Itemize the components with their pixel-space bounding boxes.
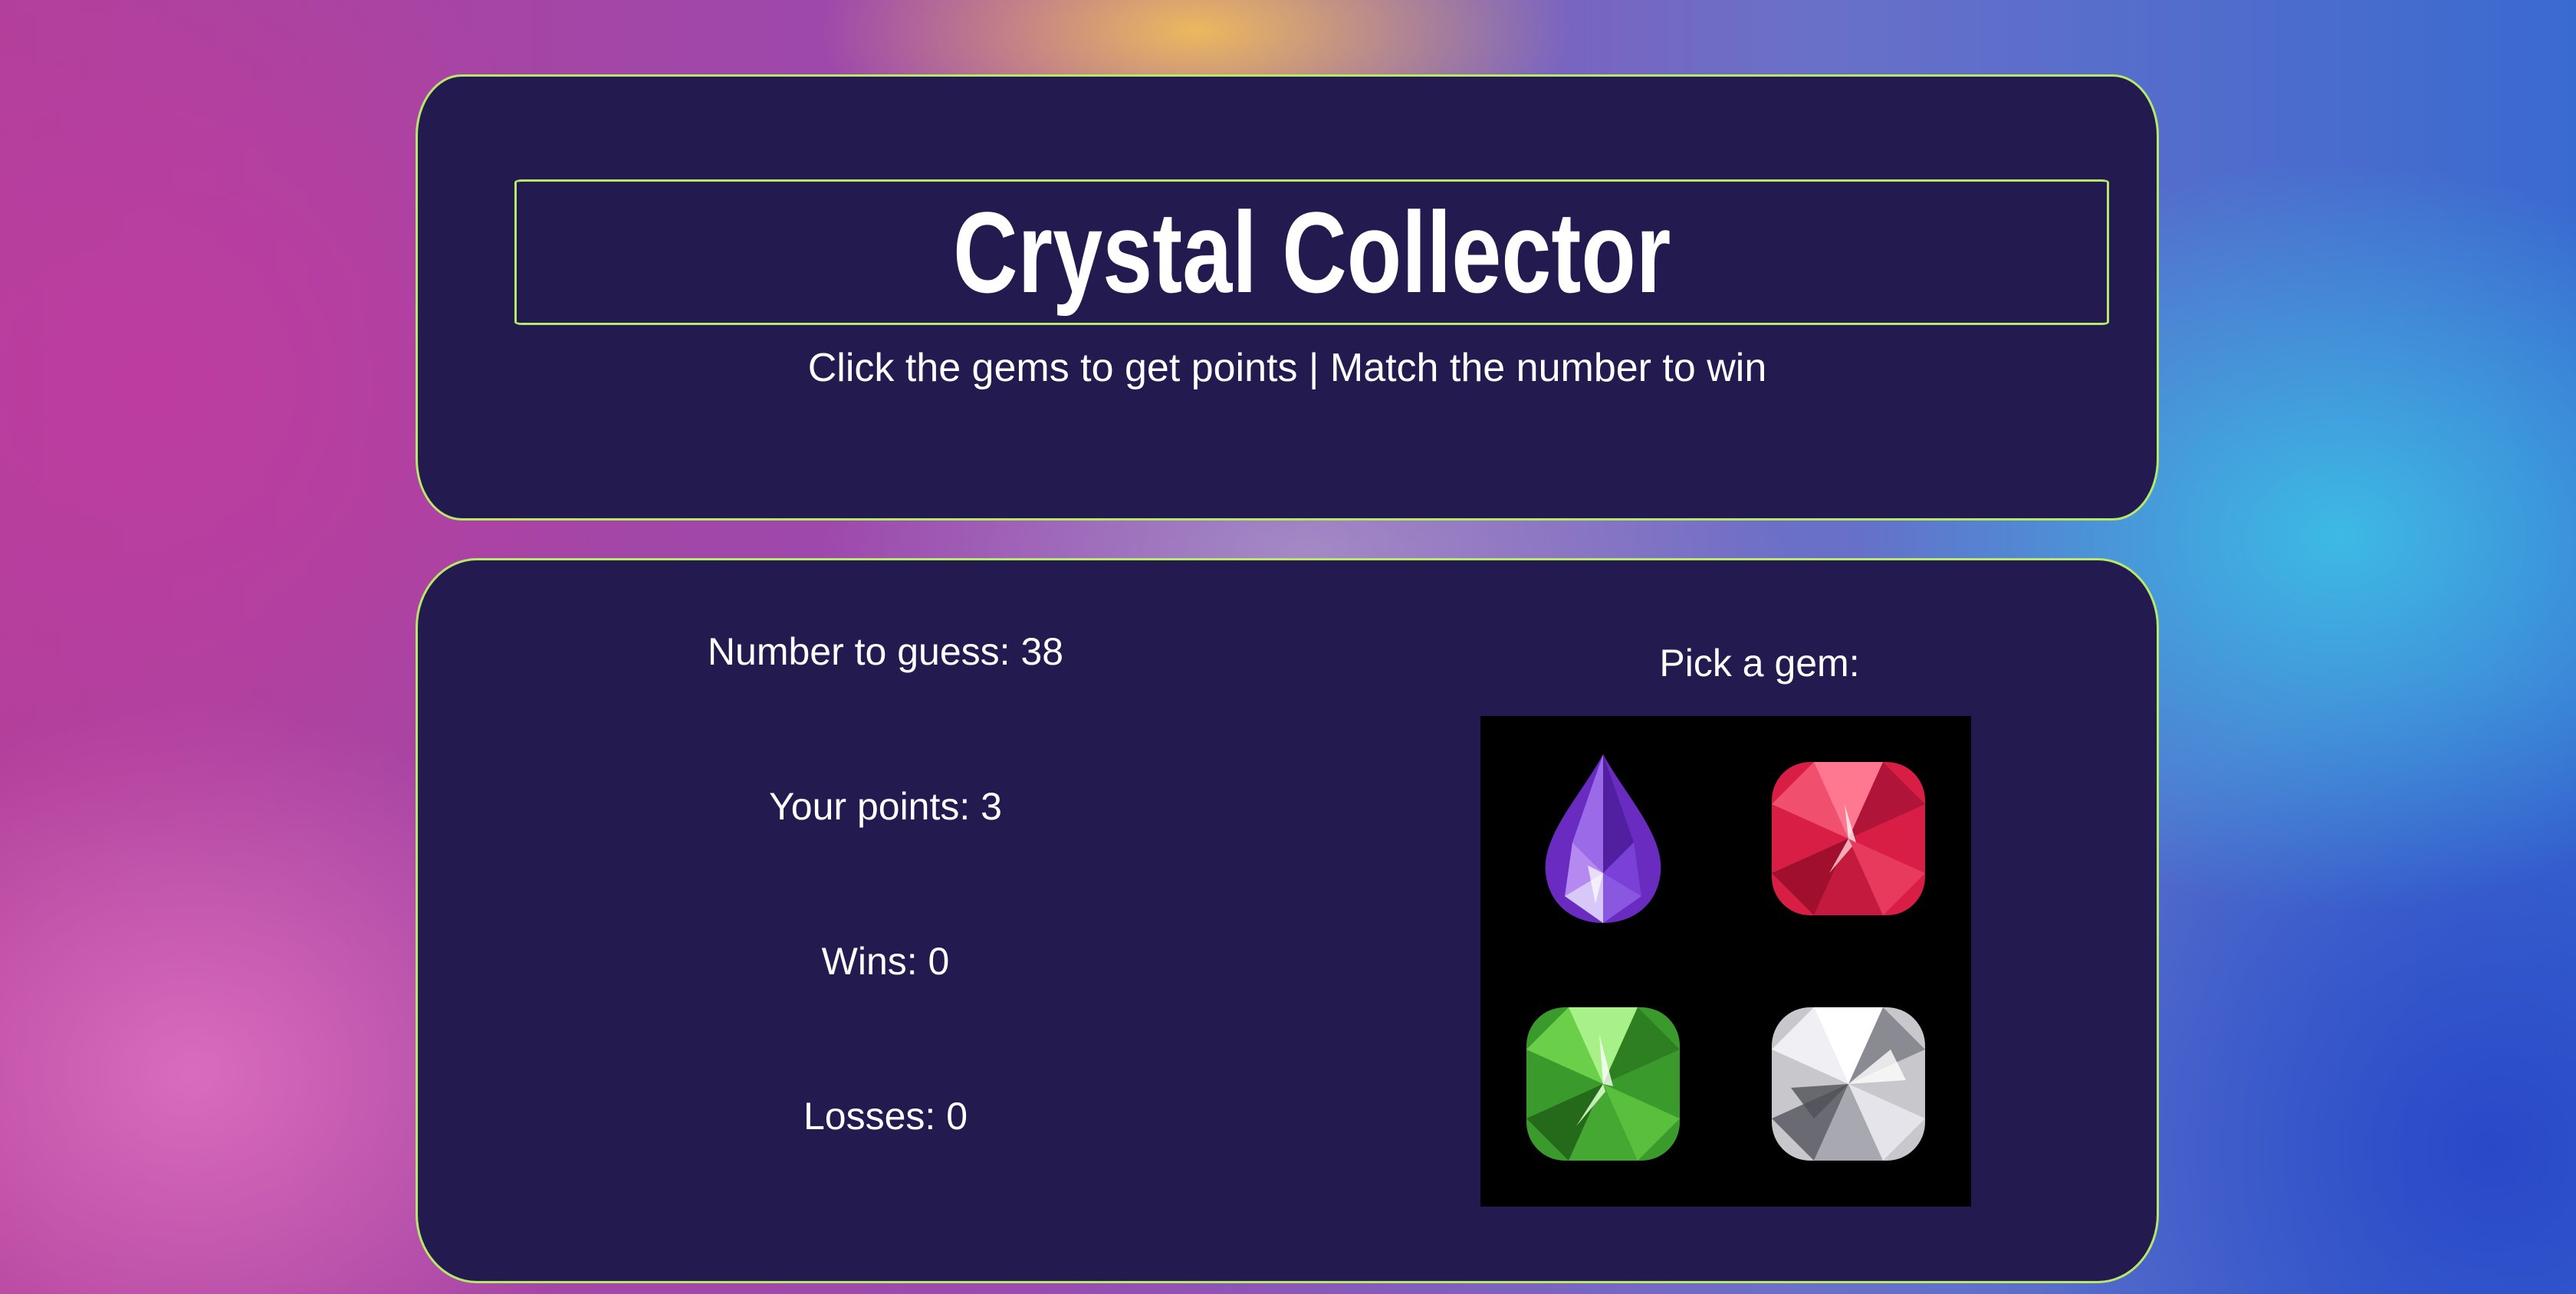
title-box: Crystal Collector [514,179,2109,325]
losses-counter: Losses: 0 [803,1095,968,1138]
purple-gem-icon [1545,754,1661,923]
white-gem-icon [1772,1007,1925,1161]
wins-counter: Wins: 0 [821,940,950,983]
header-panel: Crystal Collector Click the gems to get … [416,74,2159,521]
green-gem-button[interactable] [1480,961,1726,1207]
pick-gem-label: Pick a gem: [1659,642,1860,685]
number-to-guess: Number to guess: 38 [707,630,1064,673]
page-title: Crystal Collector [952,188,1671,317]
purple-gem-button[interactable] [1480,716,1726,961]
your-points: Your points: 3 [769,785,1002,828]
white-gem-button[interactable] [1726,961,1971,1207]
red-gem-button[interactable] [1726,716,1971,961]
game-panel: Number to guess: 38 Your points: 3 Wins:… [416,558,2159,1283]
red-gem-icon [1772,762,1925,915]
gem-board [1480,716,1971,1207]
page-subtitle: Click the gems to get points | Match the… [807,346,1767,390]
green-gem-icon [1526,1007,1680,1161]
